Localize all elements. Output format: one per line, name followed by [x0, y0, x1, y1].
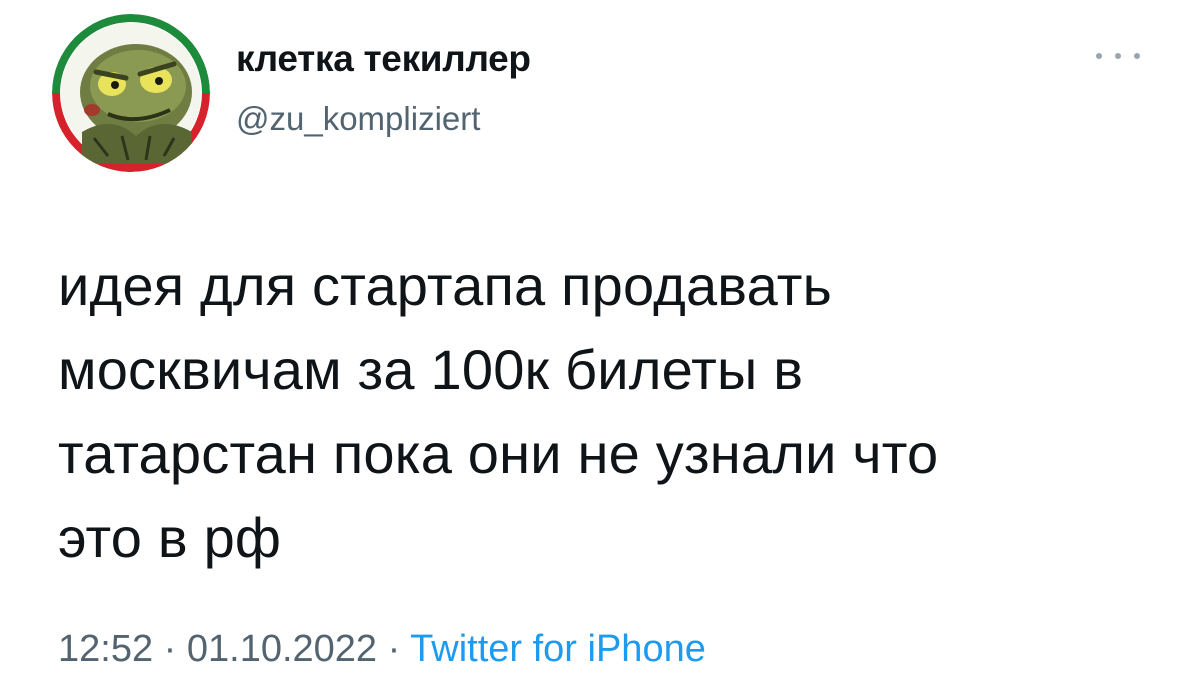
display-name[interactable]: клетка текиллер [236, 38, 531, 80]
tweet-text: идея для стартапа продавать москвичам за… [58, 244, 1138, 580]
tweet-line: это в рф [58, 506, 282, 569]
dot [1096, 53, 1102, 59]
cartoon-goblin-avatar-icon [52, 14, 210, 172]
user-handle[interactable]: @zu_kompliziert [236, 100, 480, 138]
dot [1115, 53, 1121, 59]
separator: · [387, 628, 411, 670]
tweet-line: идея для стартапа продавать [58, 254, 832, 317]
source-link[interactable]: Twitter for iPhone [410, 628, 706, 670]
tweet-date[interactable]: 01.10.2022 [187, 628, 377, 670]
dot [1134, 53, 1140, 59]
tweet-line: москвичам за 100к билеты в [58, 338, 804, 401]
avatar[interactable] [52, 14, 210, 172]
tweet-line: татарстан пока они не узнали что [58, 422, 939, 485]
tweet-meta: 12:52 · 01.10.2022 · Twitter for iPhone [58, 628, 706, 671]
more-dots-icon[interactable] [1096, 46, 1140, 66]
tweet-card: клетка текиллер @zu_kompliziert идея для… [0, 0, 1200, 694]
separator: · [163, 628, 187, 670]
tweet-time[interactable]: 12:52 [58, 628, 153, 670]
